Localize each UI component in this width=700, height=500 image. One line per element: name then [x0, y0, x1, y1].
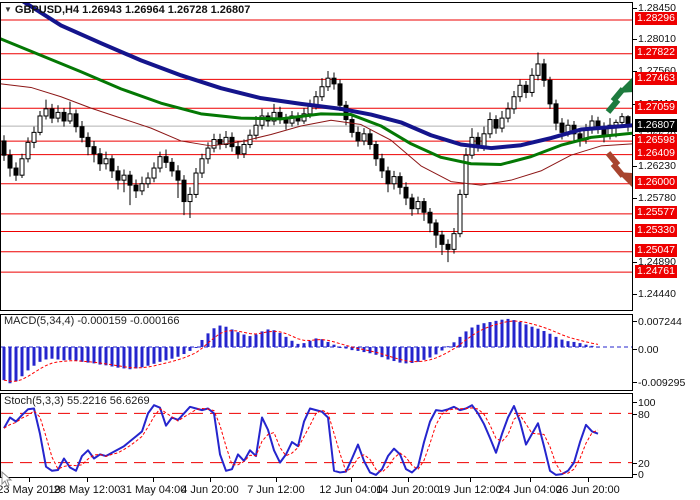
stoch-tick-mark: [633, 474, 637, 475]
chart-marker-icon: ▼: [4, 5, 12, 14]
price-tick-mark: [633, 262, 637, 263]
time-axis-label: 12 Jun 04:00: [319, 484, 383, 496]
up-scenario-arrow: [608, 75, 632, 112]
price-tick-mark: [633, 294, 637, 295]
stoch-tick-mark: [633, 402, 637, 403]
candles-group: [2, 53, 630, 263]
price-tick-label: 1.28010: [638, 33, 676, 45]
time-tick-mark: [530, 478, 531, 482]
trading-chart-window: ▼GBPUSD,H4 1.26943 1.26964 1.26728 1.268…: [0, 0, 700, 500]
level-lines-group: [1, 20, 632, 272]
time-axis-label: 14 Jun 20:00: [376, 484, 440, 496]
price-level-badge: 1.25577: [635, 206, 677, 219]
price-level-badge: 1.26598: [635, 134, 677, 147]
time-axis-label: 31 May 04:00: [120, 484, 187, 496]
time-axis-label: 19 Jun 12:00: [438, 484, 502, 496]
time-axis-label: 4 Jun 20:00: [181, 484, 239, 496]
price-tick-mark: [633, 39, 637, 40]
price-level-badge: 1.26409: [635, 147, 677, 160]
macd-label: MACD(5,34,4) -0.000159 -0.000166: [4, 315, 180, 327]
time-tick-mark: [210, 478, 211, 482]
price-tick-label: 1.25780: [638, 192, 676, 204]
price-level-badge: 1.28296: [635, 12, 677, 25]
stochastic-label: Stoch(5,3,3) 55.2216 56.6269: [4, 395, 150, 407]
price-level-badge: 1.24761: [635, 265, 677, 278]
time-tick-mark: [351, 478, 352, 482]
main-price-panel[interactable]: [0, 2, 633, 311]
price-tick-label: 1.26230: [638, 160, 676, 172]
mouse-cursor-icon: [1, 471, 13, 487]
stoch-main-line: [4, 405, 598, 475]
price-tick-mark: [633, 166, 637, 167]
macd-tick-mark: [633, 382, 637, 383]
price-tick-mark: [633, 8, 637, 9]
time-tick-mark: [29, 478, 30, 482]
macd-tick-mark: [633, 321, 637, 322]
price-level-badge: 1.26000: [635, 176, 677, 189]
candlestick-chart-canvas: [1, 3, 632, 310]
price-axis[interactable]: 1.284501.280101.275601.271101.266701.262…: [633, 0, 700, 500]
chart-title: ▼GBPUSD,H4 1.26943 1.26964 1.26728 1.268…: [4, 4, 250, 16]
time-axis-label: 24 Jun 04:00: [498, 484, 562, 496]
stoch-tick-mark: [633, 463, 637, 464]
time-tick-mark: [87, 478, 88, 482]
price-tick-label: 1.24440: [638, 288, 676, 300]
down-scenario-arrow: [608, 153, 632, 190]
price-level-badge: 1.27463: [635, 72, 677, 85]
price-level-badge: 1.25330: [635, 224, 677, 237]
stoch-tick-mark: [633, 414, 637, 415]
price-level-badge: 1.27059: [635, 101, 677, 114]
time-tick-mark: [153, 478, 154, 482]
time-axis[interactable]: 23 May 201928 May 12:0031 May 04:004 Jun…: [0, 478, 700, 500]
time-tick-mark: [408, 478, 409, 482]
macd-axis-label: 0.00: [638, 344, 658, 356]
time-tick-mark: [470, 478, 471, 482]
price-level-badge: 1.27822: [635, 46, 677, 59]
time-tick-mark: [276, 478, 277, 482]
stoch-axis-label: 80: [638, 409, 650, 421]
current-price-badge: 1.26807: [635, 119, 677, 132]
time-axis-label: 7 Jun 12:00: [247, 484, 305, 496]
price-level-badge: 1.25047: [635, 244, 677, 257]
chart-title-text: GBPUSD,H4 1.26943 1.26964 1.26728 1.2680…: [15, 4, 250, 16]
time-tick-mark: [588, 478, 589, 482]
time-axis-label: 28 May 12:00: [54, 484, 121, 496]
macd-histogram-group: [3, 319, 600, 383]
time-axis-label: 26 Jun 20:00: [556, 484, 620, 496]
stoch-axis-label: 100: [638, 397, 656, 409]
macd-axis-label: -0.009295: [638, 377, 685, 389]
macd-tick-mark: [633, 349, 637, 350]
macd-axis-label: 0.007244: [638, 316, 682, 328]
price-tick-mark: [633, 198, 637, 199]
